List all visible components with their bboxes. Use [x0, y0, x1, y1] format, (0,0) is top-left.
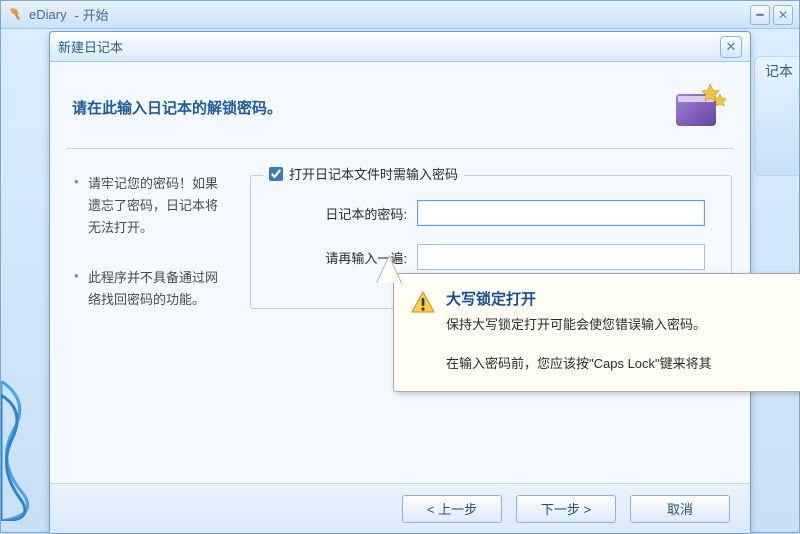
password-label: 日记本的密码: [277, 204, 407, 223]
dialog-titlebar: 新建日记本 ✕ [50, 32, 750, 62]
main-titlebar: eDiary - 开始 ━ ✕ [1, 1, 799, 29]
prev-button[interactable]: < 上一步 [402, 495, 502, 523]
app-icon [7, 7, 23, 23]
password-input[interactable] [417, 200, 705, 226]
dialog-header: 请在此输入日记本的解锁密码。 [50, 62, 750, 148]
capslock-tooltip: 大写锁定打开 保持大写锁定打开可能会使您错误输入密码。 在输入密码前，您应该按"… [393, 273, 800, 392]
diary-book-icon [670, 82, 728, 132]
window-controls: ━ ✕ [750, 5, 793, 25]
dialog-title: 新建日记本 [58, 37, 123, 56]
app-name-text: eDiary [29, 7, 67, 22]
tooltip-title: 大写锁定打开 [446, 288, 794, 309]
main-window: eDiary - 开始 ━ ✕ 记本 新建日记本 ✕ 请在此输入日记本的解锁密码… [0, 0, 800, 533]
cancel-button[interactable]: 取消 [630, 495, 730, 523]
confirm-row: 请再输入一遍: [277, 244, 705, 270]
require-password-label: 打开日记本文件时需输入密码 [289, 164, 458, 183]
warning-icon [410, 290, 436, 316]
close-icon[interactable]: ✕ [720, 36, 742, 58]
tooltip-line2: 在输入密码前，您应该按"Caps Lock"键来将其 [446, 354, 794, 375]
close-button-outer[interactable]: ✕ [773, 5, 793, 25]
require-password-checkbox[interactable] [269, 167, 283, 181]
tooltip-line1: 保持大写锁定打开可能会使您错误输入密码。 [446, 315, 794, 336]
app-title-suffix: - 开始 [75, 5, 109, 24]
app-title: eDiary - 开始 [7, 5, 109, 24]
info-item-no-recovery: 此程序并不具备通过网络找回密码的功能。 [74, 267, 228, 311]
background-label: 记本 [765, 61, 793, 81]
info-item-remember: 请牢记您的密码！如果遗忘了密码，日记本将无法打开。 [74, 173, 228, 239]
confirm-input[interactable] [417, 244, 705, 270]
info-column: 请牢记您的密码！如果遗忘了密码，日记本将无法打开。 此程序并不具备通过网络找回密… [50, 167, 250, 339]
minimize-button[interactable]: ━ [750, 5, 770, 25]
decorative-wave [1, 381, 43, 521]
password-row: 日记本的密码: [277, 200, 705, 226]
next-button[interactable]: 下一步 > [516, 495, 616, 523]
button-bar: < 上一步 下一步 > 取消 [50, 483, 750, 533]
tooltip-arrow-fill [377, 257, 401, 283]
dialog-prompt: 请在此输入日记本的解锁密码。 [72, 97, 282, 118]
require-password-legend: 打开日记本文件时需输入密码 [263, 164, 464, 183]
